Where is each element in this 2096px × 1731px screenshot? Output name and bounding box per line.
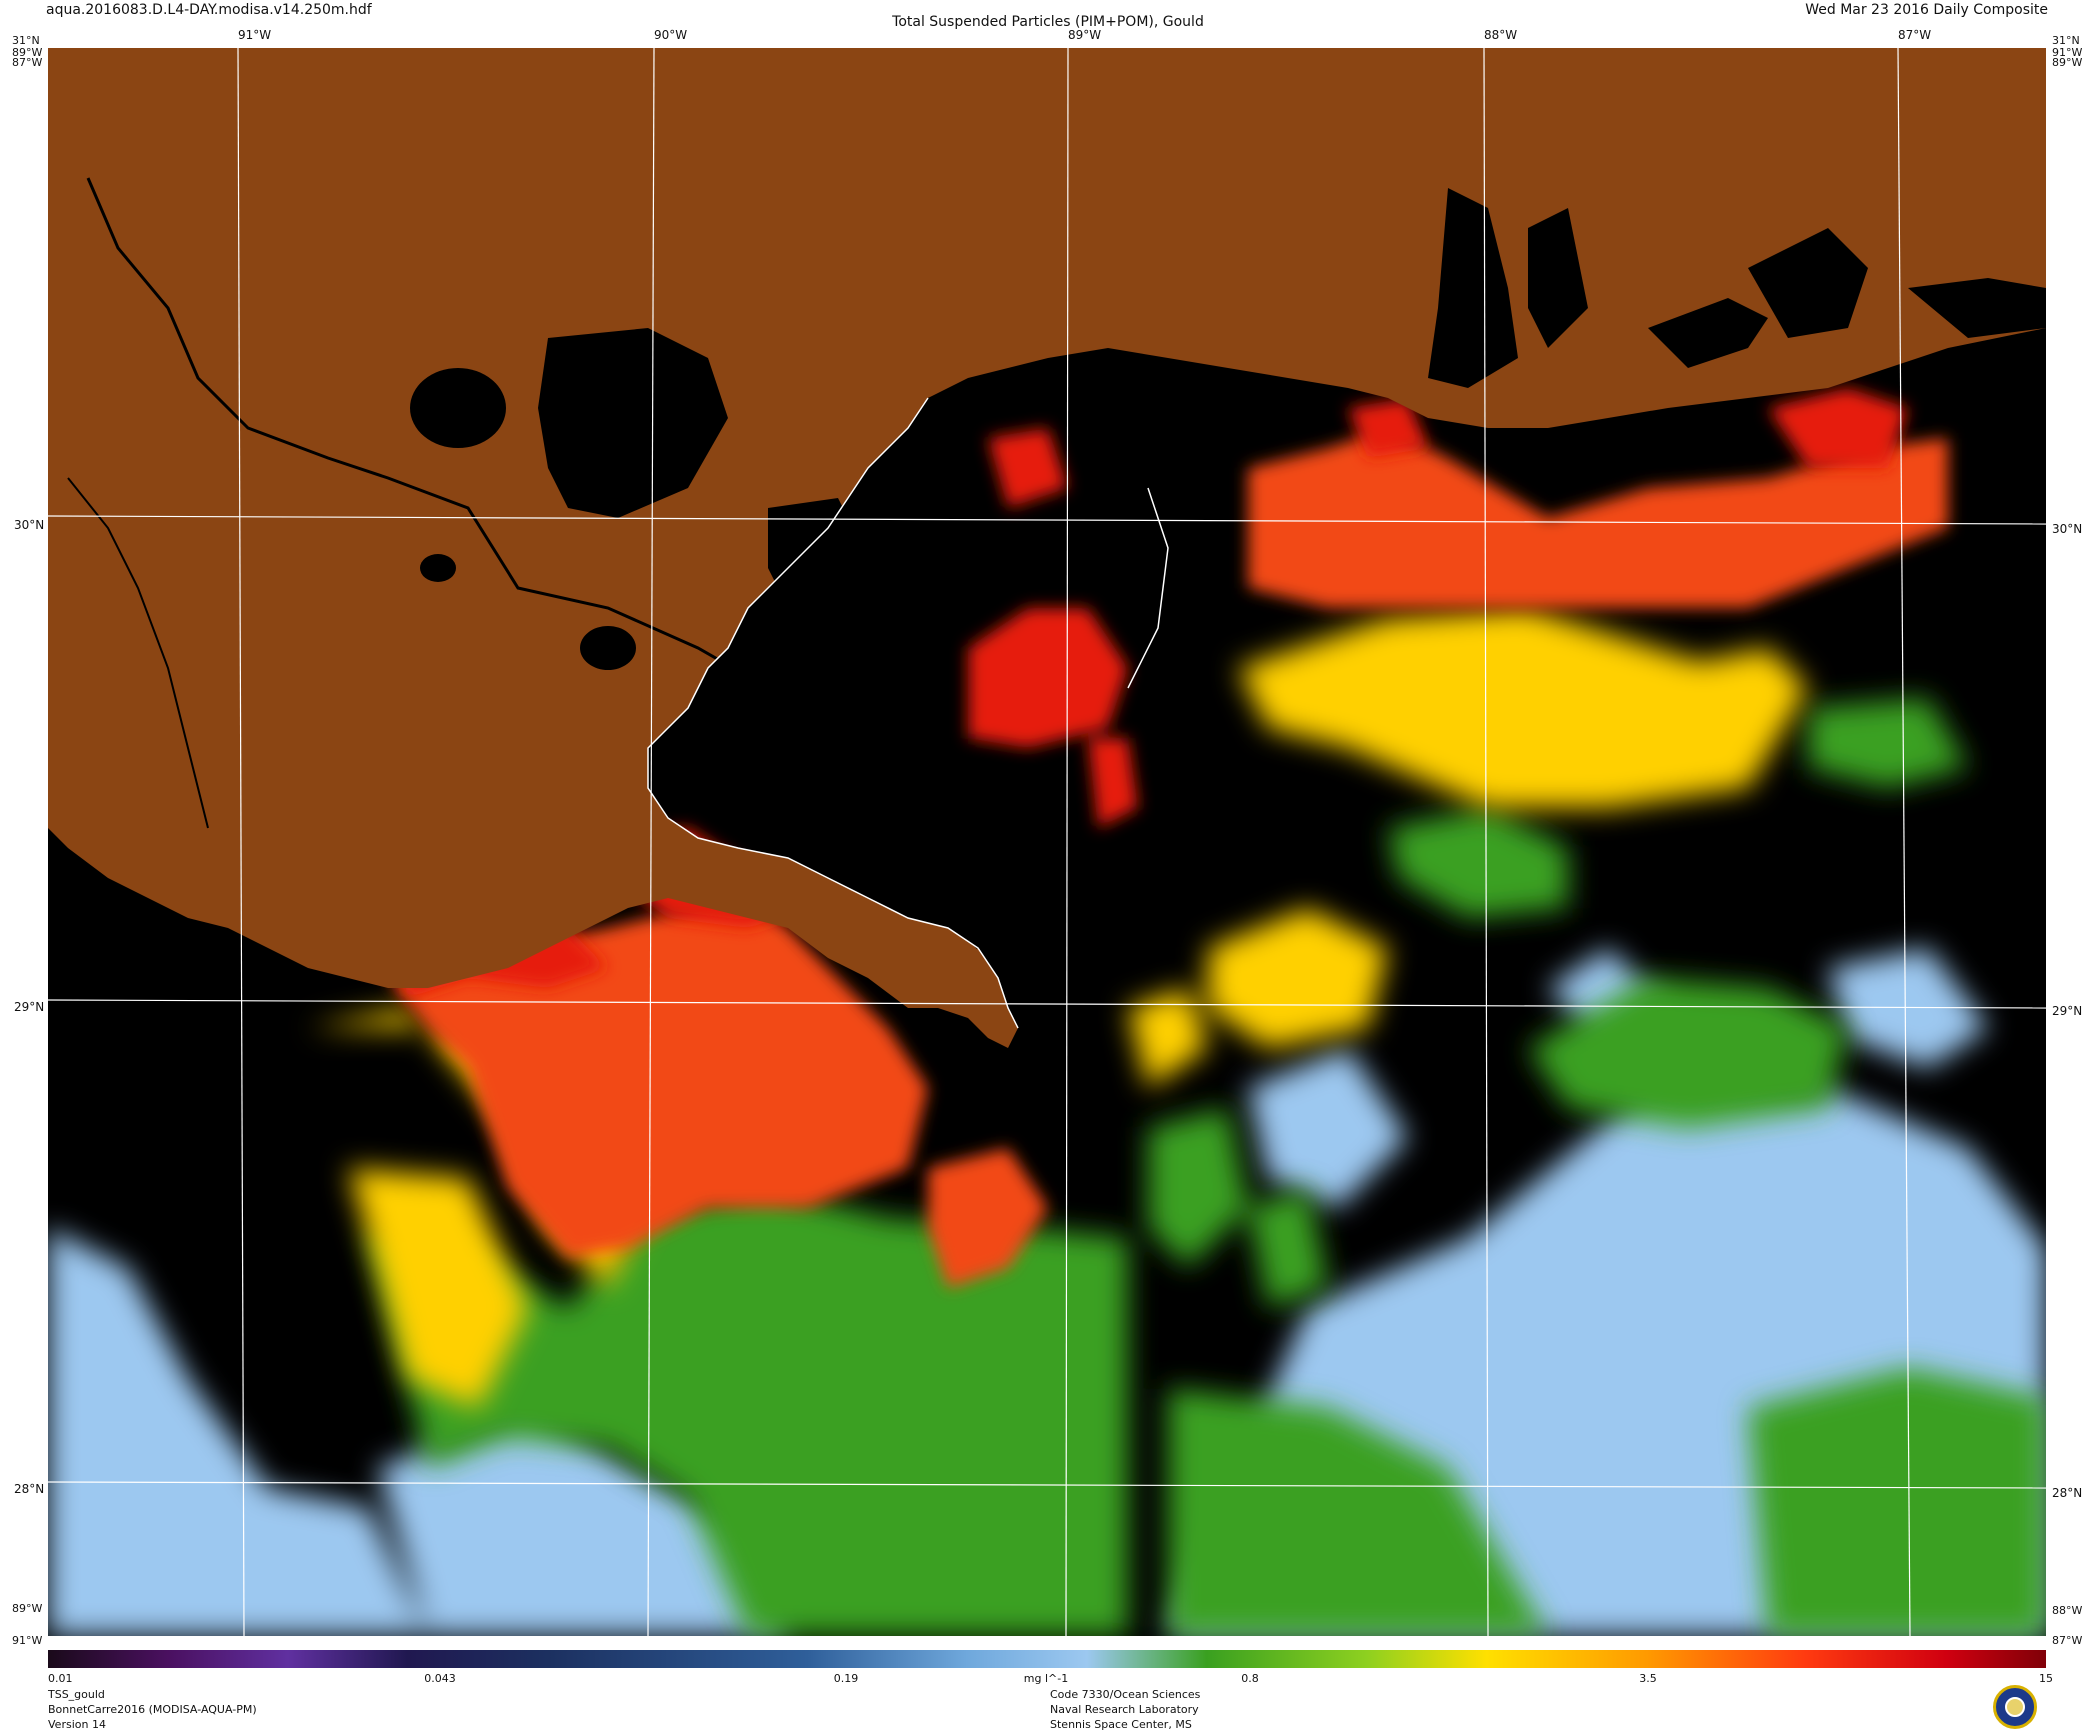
lon-label-91w: 91°W <box>238 28 272 42</box>
footer-org-name: Naval Research Laboratory <box>1050 1703 1199 1716</box>
lat-label-28n-left: 28°N <box>14 1482 45 1496</box>
colorbar-tick-35: 3.5 <box>1639 1672 1657 1685</box>
footer-dataset: BonnetCarre2016 (MODISA-AQUA-PM) <box>48 1703 257 1716</box>
nrl-logo <box>1993 1685 2037 1729</box>
colorbar-tick-08: 0.8 <box>1241 1672 1259 1685</box>
colorbar-gradient <box>48 1650 2046 1668</box>
header: aqua.2016083.D.L4-DAY.modisa.v14.250m.hd… <box>0 0 2096 40</box>
composite-date: Wed Mar 23 2016 Daily Composite <box>1805 2 2048 18</box>
colorbar-tick-min: 0.01 <box>48 1672 73 1685</box>
corner-tl-lon2: 87°W <box>12 56 43 69</box>
colorbar-tick-max: 15 <box>2039 1672 2053 1685</box>
colorbar-tick-0043: 0.043 <box>424 1672 456 1685</box>
footer-product: TSS_gould <box>48 1688 105 1701</box>
lat-label-28n-right: 28°N <box>2052 1486 2083 1500</box>
lon-label-89w: 89°W <box>1068 28 1102 42</box>
colorbar-tick-019: 0.19 <box>833 1672 859 1685</box>
colorbar-units: mg l^-1 <box>1023 1672 1069 1685</box>
lat-label-29n-left: 29°N <box>14 1000 45 1014</box>
lat-label-30n-left: 30°N <box>14 518 45 532</box>
corner-bl-lon2: 91°W <box>12 1634 43 1647</box>
footer-version: Version 14 <box>48 1718 106 1731</box>
lat-label-29n-right: 29°N <box>2052 1004 2083 1018</box>
lon-label-87w: 87°W <box>1898 28 1932 42</box>
tss-map <box>48 48 2046 1636</box>
corner-br-lon2: 87°W <box>2052 1634 2083 1647</box>
footer-org-code: Code 7330/Ocean Sciences <box>1050 1688 1201 1701</box>
lat-label-30n-right: 30°N <box>2052 522 2083 536</box>
map-title: Total Suspended Particles (PIM+POM), Gou… <box>892 14 1204 30</box>
lon-label-90w: 90°W <box>654 28 688 42</box>
lon-label-88w: 88°W <box>1484 28 1518 42</box>
colorbar <box>48 1650 2046 1668</box>
footer-org-location: Stennis Space Center, MS <box>1050 1718 1192 1731</box>
corner-tr-lon2: 89°W <box>2052 56 2083 69</box>
corner-bl-lon: 89°W <box>12 1602 43 1615</box>
corner-br-lon: 88°W <box>2052 1604 2083 1617</box>
